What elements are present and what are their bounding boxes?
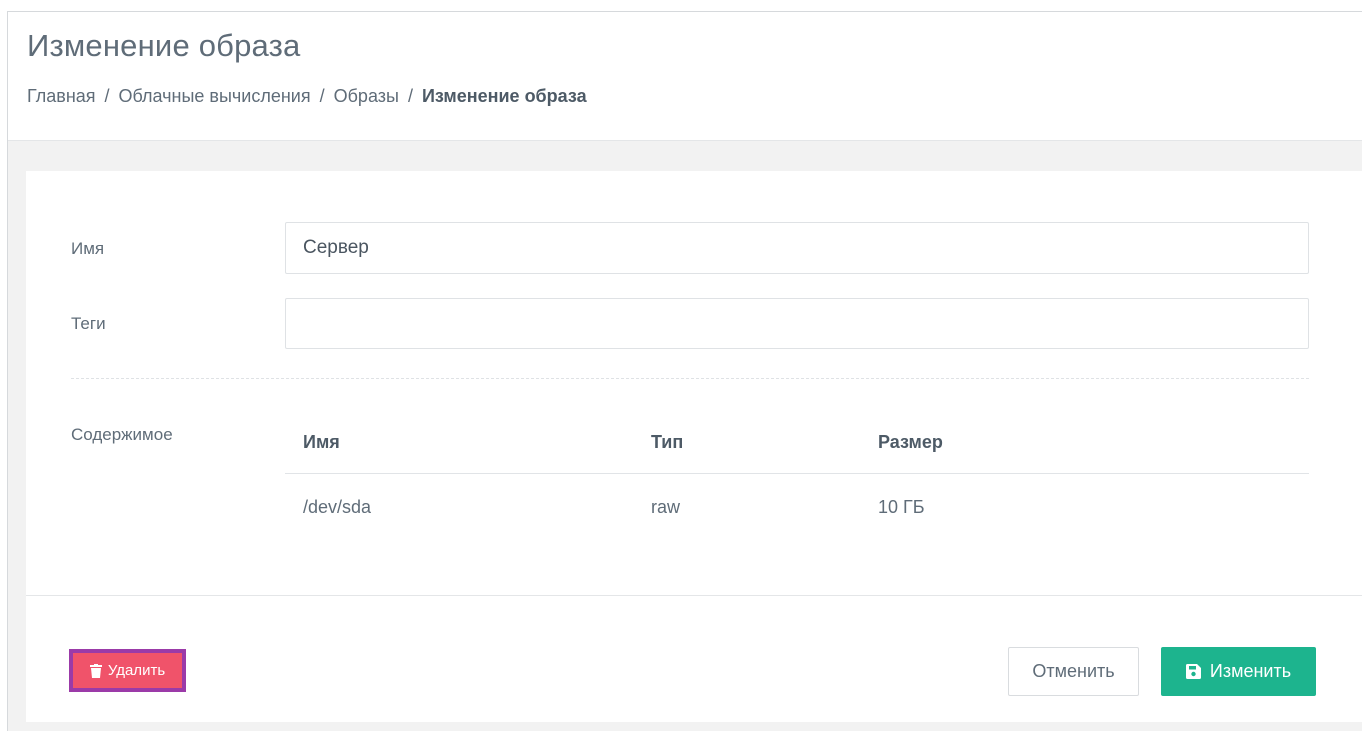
breadcrumb-separator: /	[319, 86, 325, 106]
page-title: Изменение образа	[27, 28, 301, 63]
breadcrumb: Главная / Облачные вычисления / Образы / Измен…	[27, 86, 587, 107]
name-label: Имя	[71, 239, 105, 258]
app-frame: Изменение образа Главная / Облачные вычисл…	[7, 11, 1362, 731]
save-button-label: Изменить	[1209, 661, 1292, 681]
section-divider	[71, 378, 1309, 379]
tags-input[interactable]	[285, 298, 1309, 349]
delete-button-label: Удалить	[107, 662, 166, 679]
name-input[interactable]	[285, 222, 1309, 274]
trash-icon	[89, 663, 102, 678]
breadcrumb-current: Изменение образа	[421, 86, 587, 106]
column-header-name: Имя	[303, 432, 340, 452]
table-header: Имя Тип Размер	[285, 417, 1309, 474]
breadcrumb-separator: /	[104, 86, 110, 106]
column-header-size: Размер	[878, 432, 943, 452]
breadcrumb-separator: /	[407, 86, 413, 106]
delete-button[interactable]: Удалить	[69, 649, 186, 692]
cell-type: raw	[651, 497, 681, 517]
save-button[interactable]: Изменить	[1161, 647, 1316, 696]
tags-label: Теги	[71, 314, 106, 333]
content-label: Содержимое	[71, 425, 173, 444]
table-row: /dev/sda raw 10 ГБ	[285, 474, 1309, 544]
cell-size: 10 ГБ	[878, 497, 925, 517]
footer-divider	[26, 595, 1362, 596]
cancel-button-label: Отменить	[1032, 661, 1115, 681]
breadcrumb-home[interactable]: Главная	[27, 86, 96, 107]
page-header: Изменение образа Главная / Облачные вычисл…	[8, 12, 1362, 141]
breadcrumb-images[interactable]: Образы	[334, 86, 399, 107]
column-header-type: Тип	[651, 432, 684, 452]
content-table: Имя Тип Размер /dev/sda raw 10 ГБ	[285, 417, 1309, 544]
cancel-button[interactable]: Отменить	[1008, 647, 1139, 696]
edit-image-form: Имя Теги Содержимое Имя Тип Размер /dev/…	[26, 171, 1362, 722]
floppy-disk-icon	[1185, 664, 1201, 679]
breadcrumb-cloud-computing[interactable]: Облачные вычисления	[119, 86, 311, 107]
cell-name: /dev/sda	[303, 497, 372, 517]
